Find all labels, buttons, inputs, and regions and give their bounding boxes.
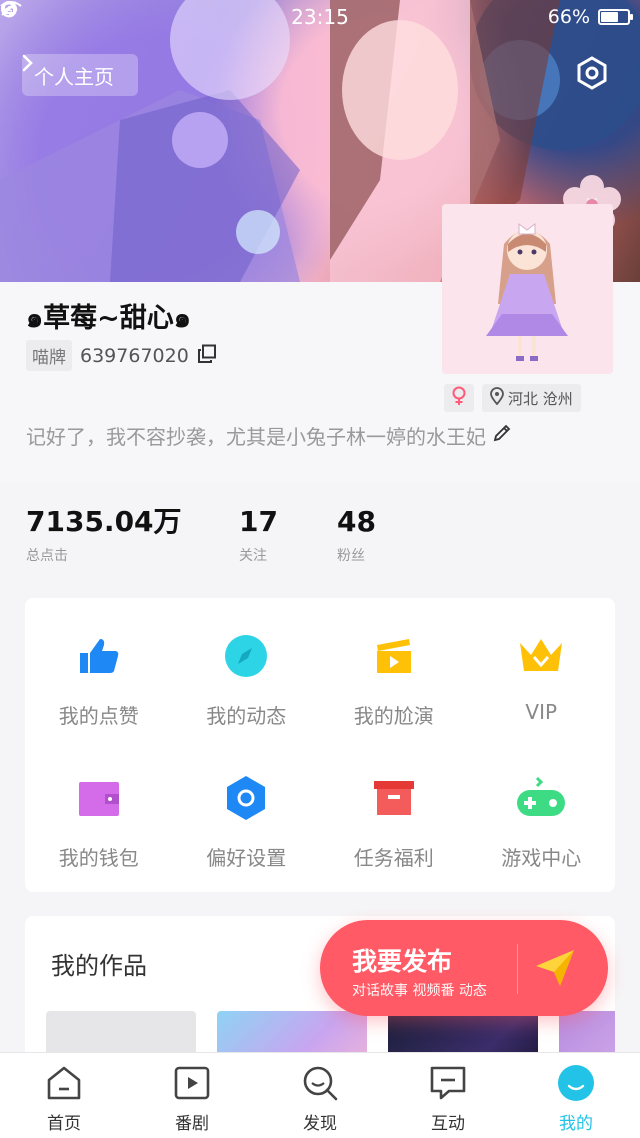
female-icon [451, 386, 467, 410]
wallet-icon [71, 770, 127, 826]
menu-item-tasks[interactable]: 任务福利 [320, 754, 468, 896]
status-bar: 23:15 66% [0, 0, 640, 34]
id-number: 639767020 [80, 344, 189, 367]
menu-item-label: 偏好设置 [206, 846, 287, 870]
profile-home-button[interactable]: 个人主页 [22, 54, 138, 96]
stat-following[interactable]: 17 关注 [239, 505, 337, 565]
nav-item-home[interactable]: 首页 [0, 1053, 128, 1138]
gamepad-icon [513, 770, 569, 826]
battery-icon [598, 9, 633, 25]
stat-total-clicks[interactable]: 7135.04万 总点击 [26, 505, 239, 565]
publish-subtitle: 对话故事 视频番 动态 [352, 983, 487, 999]
status-time: 23:15 [291, 5, 349, 29]
works-title: 我的作品 [51, 952, 147, 980]
menu-item-preferences[interactable]: 偏好设置 [173, 754, 321, 896]
nav-label: 发现 [303, 1114, 337, 1134]
profile-home-label: 个人主页 [34, 64, 114, 89]
menu-grid: 我的点赞 我的动态 我的尬演 VIP 我的钱包 偏好设置 任务福利 游戏中心 [25, 598, 615, 892]
bottom-nav: 首页 番剧 发现 互动 我的 [0, 1052, 640, 1138]
stat-value: 17 [239, 505, 278, 538]
publish-title: 我要发布 [352, 947, 453, 976]
avatar[interactable] [442, 204, 613, 374]
nav-label: 番剧 [175, 1114, 209, 1134]
search-icon [300, 1063, 340, 1103]
nav-item-interact[interactable]: 互动 [384, 1053, 512, 1138]
gift-box-icon [366, 770, 422, 826]
menu-item-label: 我的动态 [206, 704, 287, 728]
profile-tags: 河北 沧州 [444, 384, 581, 412]
edit-pencil-icon[interactable] [492, 423, 512, 448]
nav-item-discover[interactable]: 发现 [256, 1053, 384, 1138]
id-tag: 喵牌 [26, 340, 72, 371]
menu-item-label: VIP [525, 700, 558, 724]
menu-item-label: 我的尬演 [353, 704, 434, 728]
bio[interactable]: 记好了，我不容抄袭，尤其是小兔子林一婷的水王妃 [26, 421, 616, 450]
stats-row: 7135.04万 总点击 17 关注 48 粉丝 [26, 505, 435, 565]
stat-value: 48 [337, 505, 376, 538]
stat-followers[interactable]: 48 粉丝 [337, 505, 435, 565]
menu-item-label: 游戏中心 [501, 846, 582, 870]
id-row: 喵牌 639767020 [26, 340, 217, 371]
chat-icon [428, 1063, 468, 1103]
menu-item-label: 我的钱包 [58, 846, 139, 870]
location-tag: 河北 沧州 [482, 384, 581, 412]
nav-label: 我的 [559, 1114, 593, 1134]
menu-item-vip[interactable]: VIP [468, 612, 616, 754]
stat-value: 7135.04万 [26, 505, 182, 538]
menu-item-posts[interactable]: 我的动态 [173, 612, 321, 754]
menu-item-label: 任务福利 [353, 846, 434, 870]
copy-icon[interactable] [197, 344, 217, 368]
play-icon [172, 1063, 212, 1103]
crown-icon [513, 628, 569, 684]
compass-icon [218, 628, 274, 684]
thumbs-up-icon [71, 628, 127, 684]
gender-tag [444, 384, 474, 412]
nav-label: 首页 [47, 1114, 81, 1134]
username: ๑草莓~甜心๑ [26, 303, 191, 334]
hexagon-settings-icon [218, 770, 274, 826]
nav-item-anime[interactable]: 番剧 [128, 1053, 256, 1138]
location-pin-icon [490, 387, 504, 409]
nav-label: 互动 [431, 1114, 465, 1134]
stat-label: 粉丝 [337, 548, 365, 564]
menu-item-wallet[interactable]: 我的钱包 [25, 754, 173, 896]
publish-button[interactable]: 我要发布 对话故事 视频番 动态 [320, 920, 608, 1016]
publish-divider [517, 944, 518, 994]
clapperboard-icon [366, 628, 422, 684]
menu-item-likes[interactable]: 我的点赞 [25, 612, 173, 754]
nav-item-me[interactable]: 我的 [512, 1053, 640, 1138]
home-icon [44, 1063, 84, 1103]
settings-button[interactable] [576, 56, 618, 98]
menu-item-performances[interactable]: 我的尬演 [320, 612, 468, 754]
battery-percent: 66% [547, 6, 590, 28]
profile-icon [556, 1063, 596, 1103]
stat-label: 关注 [239, 548, 267, 564]
stat-label: 总点击 [26, 548, 68, 564]
menu-item-games[interactable]: 游戏中心 [468, 754, 616, 896]
avatar-illustration [442, 204, 613, 374]
bio-text: 记好了，我不容抄袭，尤其是小兔子林一婷的水王妃 [26, 425, 486, 449]
location-text: 河北 沧州 [508, 389, 573, 408]
menu-item-label: 我的点赞 [58, 704, 139, 728]
send-icon [534, 948, 576, 992]
